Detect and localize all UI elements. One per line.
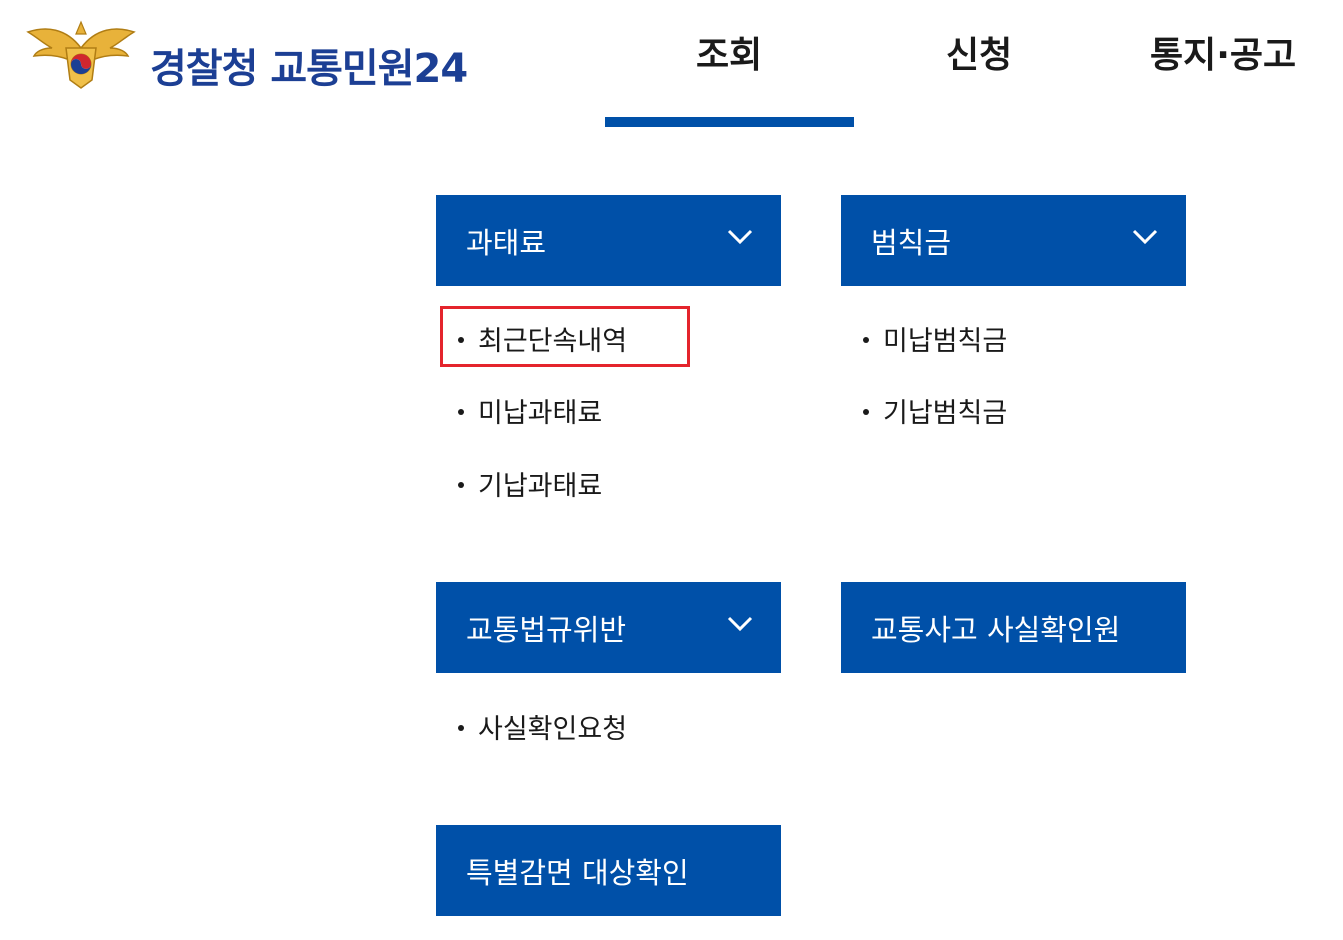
penalty-category-button[interactable]: 범칙금 xyxy=(841,195,1186,286)
sub-item-label: 기납범칙금 xyxy=(883,398,1008,429)
active-tab-indicator xyxy=(605,117,854,127)
violation-category-button[interactable]: 교통법규위반 xyxy=(436,582,781,673)
bullet xyxy=(458,724,464,731)
fine-category-button[interactable]: 과태료 xyxy=(436,195,781,286)
sub-item-paid-fine[interactable]: 기납과태료 xyxy=(458,464,602,503)
bullet xyxy=(863,336,869,343)
nav-tab-apply[interactable]: 신청 xyxy=(946,26,1012,78)
chevron-down-icon xyxy=(1132,229,1158,245)
sub-item-unpaid-fine[interactable]: 미납과태료 xyxy=(458,391,602,430)
logo-text: 경찰청 교통민원24 xyxy=(150,46,468,92)
bullet xyxy=(458,481,464,488)
sub-item-label: 사실확인요청 xyxy=(478,714,628,745)
penalty-category-label: 범칙금 xyxy=(871,225,952,260)
chevron-down-icon xyxy=(727,229,753,245)
logo[interactable]: 경찰청 교통민원24 xyxy=(26,18,468,92)
selection-highlight-box xyxy=(440,306,690,367)
sub-item-label: 미납과태료 xyxy=(478,398,603,429)
special-exemption-button[interactable]: 특별감면 대상확인 xyxy=(436,825,781,916)
accident-confirmation-button[interactable]: 교통사고 사실확인원 xyxy=(841,582,1186,673)
sub-item-fact-check-request[interactable]: 사실확인요청 xyxy=(458,707,627,746)
nav-tab-lookup[interactable]: 조회 xyxy=(696,26,762,78)
bullet xyxy=(458,408,464,415)
police-emblem-icon xyxy=(26,20,136,89)
sub-item-label: 기납과태료 xyxy=(478,471,603,502)
special-exemption-label: 특별감면 대상확인 xyxy=(466,855,689,890)
nav-tab-notice[interactable]: 통지·공고 xyxy=(1150,26,1296,78)
fine-category-label: 과태료 xyxy=(466,225,547,260)
chevron-down-icon xyxy=(727,616,753,632)
sub-item-label: 미납범칙금 xyxy=(883,326,1008,357)
sub-item-paid-penalty[interactable]: 기납범칙금 xyxy=(863,391,1007,430)
accident-confirmation-label: 교통사고 사실확인원 xyxy=(871,612,1121,647)
sub-item-unpaid-penalty[interactable]: 미납범칙금 xyxy=(863,319,1007,358)
bullet xyxy=(863,408,869,415)
violation-category-label: 교통법규위반 xyxy=(466,612,627,647)
